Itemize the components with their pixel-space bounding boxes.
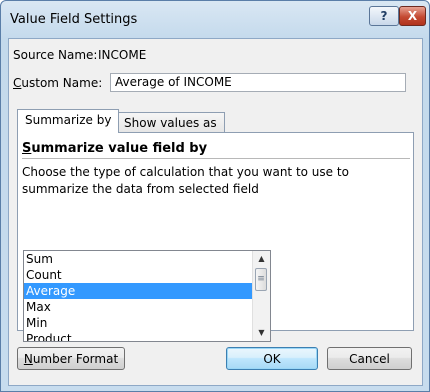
list-item-min[interactable]: Min [24, 315, 270, 331]
number-format-button[interactable]: Number Format [17, 347, 125, 370]
section-title: Summarize value field by [22, 141, 207, 156]
section-description: Choose the type of calculation that you … [22, 165, 349, 196]
source-name-label: Source Name: [13, 48, 98, 62]
dialog-body: Source Name: INCOME Custom Name: Average… [8, 38, 423, 386]
scroll-thumb[interactable]: ≡ [255, 268, 267, 291]
help-button[interactable]: ? [369, 6, 399, 26]
close-icon: X [407, 9, 418, 23]
list-item-count[interactable]: Count [24, 267, 270, 283]
tab-panel-summarize: Summarize value field by Choose the type… [17, 132, 414, 342]
custom-name-input[interactable]: Average of INCOME [110, 73, 406, 92]
list-item-product[interactable]: Product [24, 331, 270, 341]
dialog-title: Value Field Settings [10, 12, 138, 27]
number-format-label-rest: umber Format [32, 351, 119, 366]
section-title-rest: ummarize value field by [31, 141, 208, 156]
cancel-button[interactable]: Cancel [327, 347, 412, 370]
title-bar[interactable]: Value Field Settings ? X [1, 1, 429, 39]
dialog-window: Value Field Settings ? X Source Name: IN… [0, 0, 430, 392]
list-item-max[interactable]: Max [24, 299, 270, 315]
section-divider [22, 158, 410, 159]
scroll-up-icon[interactable]: ▲ [253, 251, 270, 267]
calculation-listbox[interactable]: Sum Count Average Max Min Product ▲ ≡ ▼ [23, 250, 271, 342]
tab-show-values-as[interactable]: Show values as [116, 112, 225, 134]
source-name-value: INCOME [98, 48, 147, 62]
tab-summarize-by[interactable]: Summarize by [17, 109, 120, 133]
custom-name-label: Custom Name: [13, 76, 102, 90]
close-button[interactable]: X [399, 6, 426, 26]
list-item-sum[interactable]: Sum [24, 251, 270, 267]
section-title-mnemonic: S [22, 141, 32, 156]
help-icon: ? [380, 9, 388, 23]
list-item-average[interactable]: Average [24, 283, 255, 299]
custom-name-label-rest: ustom Name: [21, 76, 103, 90]
scroll-down-icon[interactable]: ▼ [253, 325, 270, 341]
number-format-mnemonic: N [23, 351, 33, 366]
ok-button[interactable]: OK [226, 347, 318, 370]
listbox-scrollbar[interactable]: ▲ ≡ ▼ [252, 251, 270, 341]
